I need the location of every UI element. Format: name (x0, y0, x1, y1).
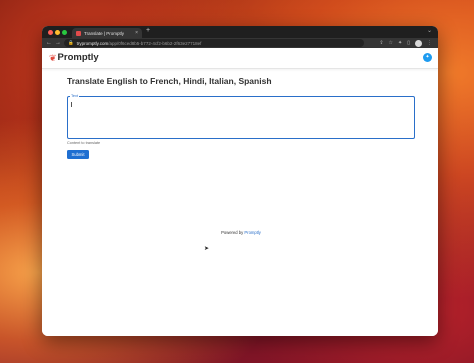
tab-close-icon[interactable]: × (135, 30, 138, 36)
profile-icon[interactable] (415, 39, 422, 47)
zoom-window-button[interactable] (62, 30, 67, 35)
url-host: trypromptly.com (76, 40, 109, 46)
page-content: ❦ Promptly ✦ Translate English to French… (42, 48, 438, 336)
browser-window: Translate | Promptly × + ⌄ ← → ↻ 🔒 trypr… (42, 26, 438, 336)
address-bar[interactable]: 🔒 trypromptly.com /app/0f6ced8b5-b772-4c… (64, 39, 364, 47)
promptly-logo-icon: ❦ (49, 52, 57, 63)
star-icon[interactable]: ☆ (389, 39, 393, 47)
tab-title: Translate | Promptly (84, 30, 125, 36)
app-form: Translate English to French, Hindi, Ital… (67, 76, 415, 235)
extensions-icon[interactable]: ✦ (398, 39, 402, 47)
text-cursor (71, 102, 72, 107)
logo-text: Promptly (57, 52, 99, 63)
powered-by-text: Powered by (221, 230, 244, 235)
new-tab-button[interactable]: + (146, 27, 150, 34)
minimize-window-button[interactable] (55, 30, 60, 35)
page-title: Translate English to French, Hindi, Ital… (67, 76, 272, 86)
back-icon[interactable]: ← (46, 40, 52, 46)
sidebar-icon[interactable]: ▯ (407, 39, 410, 47)
lock-icon: 🔒 (68, 40, 74, 45)
mouse-pointer-icon: ➤ (204, 246, 210, 252)
promptly-logo[interactable]: ❦ Promptly (49, 52, 99, 63)
text-input-label: Text (70, 94, 79, 98)
browser-tab[interactable]: Translate | Promptly × (72, 28, 142, 38)
powered-by: Powered by Promptly (67, 230, 415, 235)
twitter-icon[interactable]: ✦ (423, 53, 432, 62)
url-path: /app/0f6ced8b5-b772-4cf2-b6b2-2f63e27718… (108, 40, 202, 46)
submit-button[interactable]: Submit (67, 150, 89, 159)
helper-text: Content to translate (67, 141, 101, 145)
tab-list-chevron-icon[interactable]: ⌄ (427, 27, 432, 34)
share-icon[interactable]: ⇪ (379, 39, 383, 47)
browser-titlebar: Translate | Promptly × + ⌄ (42, 26, 438, 38)
promptly-link[interactable]: Promptly (244, 230, 261, 235)
close-window-button[interactable] (48, 30, 53, 35)
browser-toolbar: ← → ↻ 🔒 trypromptly.com /app/0f6ced8b5-b… (42, 38, 438, 48)
menu-icon[interactable]: ⋮ (427, 39, 432, 47)
text-input[interactable]: Text (67, 94, 415, 139)
promptly-favicon-icon (76, 30, 81, 36)
toolbar-icons: ⇪ ☆ ✦ ▯ ⋮ (379, 39, 432, 47)
forward-icon[interactable]: → (55, 40, 61, 46)
site-header: ❦ Promptly ✦ (42, 48, 438, 69)
